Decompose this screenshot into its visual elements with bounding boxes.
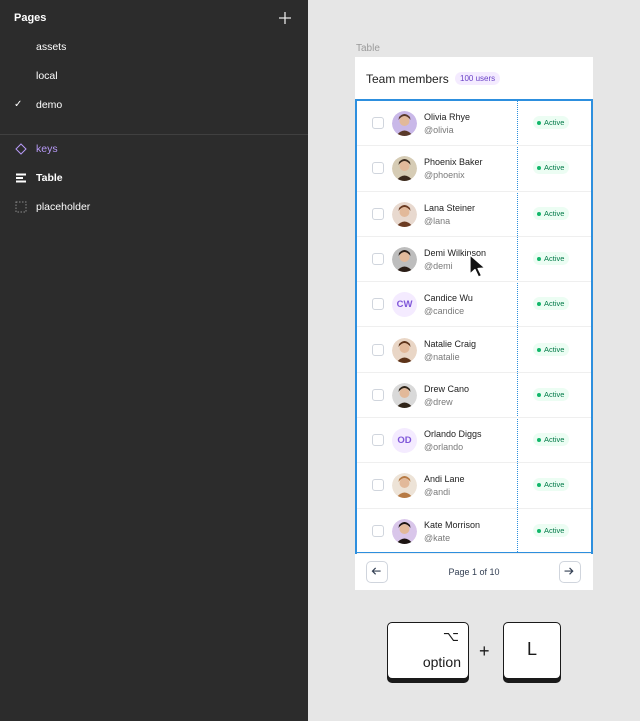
pagination: Page 1 of 10 [355, 556, 593, 590]
row-checkbox[interactable] [372, 434, 384, 447]
text-align-icon [16, 173, 26, 183]
member-name: Olivia Rhye [424, 112, 471, 122]
member-name: Andi Lane [424, 474, 465, 485]
row-checkbox[interactable] [372, 162, 384, 175]
next-page-button[interactable] [559, 561, 581, 583]
checkmark-icon: ✓ [14, 99, 23, 110]
member-handle: @lana [424, 215, 451, 226]
table-row[interactable]: CW Candice Wu @candice Active [357, 282, 591, 328]
row-checkbox[interactable] [372, 252, 384, 265]
table-row[interactable]: Drew Cano @drew Active [357, 373, 591, 419]
member-handle: @candice [424, 306, 465, 317]
member-handle: @drew [424, 396, 453, 407]
avatar [392, 156, 417, 182]
members-table[interactable]: Olivia Rhye @olivia Active Phoenix Baker @ph… [355, 99, 593, 554]
member-name: Candice Wu [424, 293, 473, 304]
status-badge: Active [533, 478, 570, 492]
member-handle: @olivia [424, 125, 454, 135]
status-badge: Active [533, 433, 570, 447]
page-label: local [36, 70, 58, 82]
table-row[interactable]: Kate Morrison @kate Active [357, 509, 591, 554]
plus-sign: + [479, 641, 490, 661]
avatar-initials: CW [392, 292, 417, 318]
row-checkbox[interactable] [372, 524, 384, 537]
member-handle: @orlando [424, 442, 464, 453]
status-badge: Active [533, 116, 570, 129]
row-checkbox[interactable] [372, 207, 384, 220]
status-badge: Active [533, 523, 570, 537]
card-header: Team members 100 users [355, 57, 593, 99]
row-checkbox[interactable] [372, 298, 384, 311]
table-row[interactable]: Olivia Rhye @olivia Active [357, 101, 591, 147]
status-badge: Active [533, 251, 570, 265]
member-name: Phoenix Baker [424, 157, 483, 168]
member-handle: @natalie [424, 351, 460, 362]
avatar-initials: OD [392, 428, 417, 454]
layer-item-keys[interactable]: keys [0, 137, 308, 163]
avatar [392, 473, 417, 499]
layer-item-table[interactable]: Table [0, 166, 308, 192]
avatar [392, 111, 417, 136]
row-checkbox[interactable] [372, 117, 384, 129]
member-handle: @phoenix [424, 170, 465, 181]
status-badge: Active [533, 342, 570, 356]
page-indicator: Page 1 of 10 [448, 567, 500, 577]
member-name: Lana Steiner [424, 202, 476, 213]
page-label: demo [36, 99, 63, 111]
panel-divider [0, 134, 308, 135]
table-row[interactable]: Phoenix Baker @phoenix Active [357, 146, 591, 192]
table-row[interactable]: OD Orlando Diggs @orlando Active [357, 418, 591, 464]
status-badge: Active [533, 161, 570, 175]
table-row[interactable]: Natalie Craig @natalie Active [357, 328, 591, 373]
card-title: Team members [366, 72, 449, 86]
option-key: ⌥ option [387, 622, 469, 679]
member-handle: @kate [424, 532, 451, 543]
option-label: option [422, 654, 461, 670]
component-icon [15, 143, 27, 155]
member-handle: @andi [424, 487, 451, 498]
row-checkbox[interactable] [372, 343, 384, 356]
l-key: L [503, 622, 561, 679]
layer-label: Table [36, 172, 63, 184]
row-checkbox[interactable] [372, 479, 384, 492]
add-page-icon[interactable] [277, 10, 293, 26]
frame-dashed-icon [15, 201, 27, 213]
layer-label: keys [36, 143, 58, 155]
page-label: assets [36, 41, 67, 53]
status-badge: Active [533, 206, 570, 220]
member-name: Kate Morrison [424, 519, 481, 530]
user-count-badge: 100 users [455, 72, 501, 85]
member-name: Orlando Diggs [424, 429, 482, 440]
mouse-cursor-icon [469, 254, 486, 278]
status-badge: Active [533, 387, 570, 401]
page-item-assets[interactable]: assets [0, 34, 308, 62]
table-row[interactable]: Andi Lane @andi Active [357, 463, 591, 509]
option-symbol: ⌥ [442, 628, 459, 644]
row-checkbox[interactable] [372, 388, 384, 401]
member-handle: @demi [424, 260, 453, 271]
table-row[interactable]: Lana Steiner @lana Active [357, 192, 591, 237]
pages-title: Pages [14, 12, 47, 24]
status-badge: Active [533, 297, 570, 311]
pages-panel: Pages assets local ✓ demo keys Table pla… [0, 0, 308, 721]
page-item-local[interactable]: local [0, 63, 308, 91]
avatar [392, 246, 417, 272]
l-key-label: L [526, 639, 537, 659]
avatar [392, 382, 417, 408]
avatar [392, 518, 417, 544]
arrow-right-icon [564, 567, 574, 575]
frame-label[interactable]: Table [356, 43, 380, 54]
avatar [392, 337, 417, 363]
member-name: Natalie Craig [424, 338, 477, 349]
layer-item-placeholder[interactable]: placeholder [0, 195, 308, 221]
page-item-demo[interactable]: ✓ demo [0, 92, 308, 120]
member-name: Drew Cano [424, 383, 470, 394]
avatar [392, 201, 417, 227]
layer-label: placeholder [36, 201, 91, 213]
